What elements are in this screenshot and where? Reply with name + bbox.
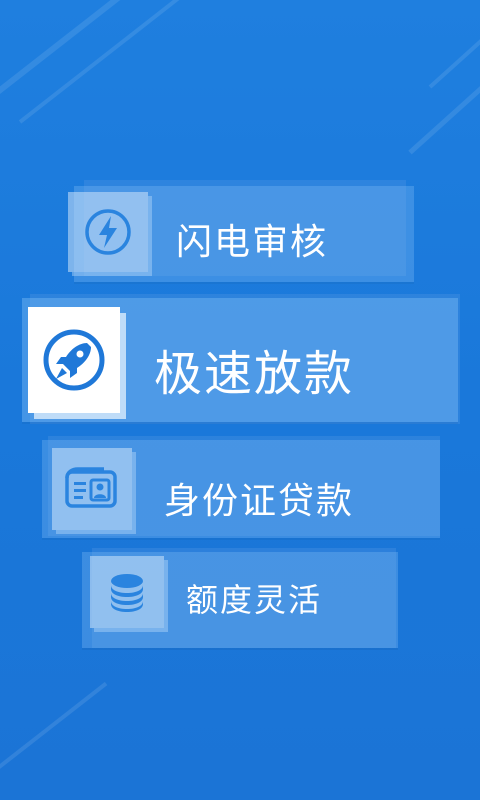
- id-card-icon: [65, 467, 117, 508]
- icon-tile: [52, 448, 132, 530]
- coin-stack-icon: [111, 574, 143, 612]
- icon-tile: [28, 307, 120, 413]
- feature-label: 额度灵活: [186, 581, 323, 619]
- feature-label: 身份证贷款: [164, 481, 355, 522]
- background-streak: [408, 70, 480, 155]
- background-streak: [0, 0, 166, 101]
- background-streak: [428, 25, 480, 89]
- feature-label: 闪电审核: [176, 222, 329, 263]
- lightning-icon: [85, 209, 131, 255]
- icon-tile: [68, 192, 148, 272]
- rocket-icon: [43, 329, 105, 391]
- feature-label: 极速放款: [154, 346, 355, 402]
- background-streak: [18, 0, 227, 124]
- background-streak: [0, 681, 108, 784]
- icon-tile: [90, 556, 164, 628]
